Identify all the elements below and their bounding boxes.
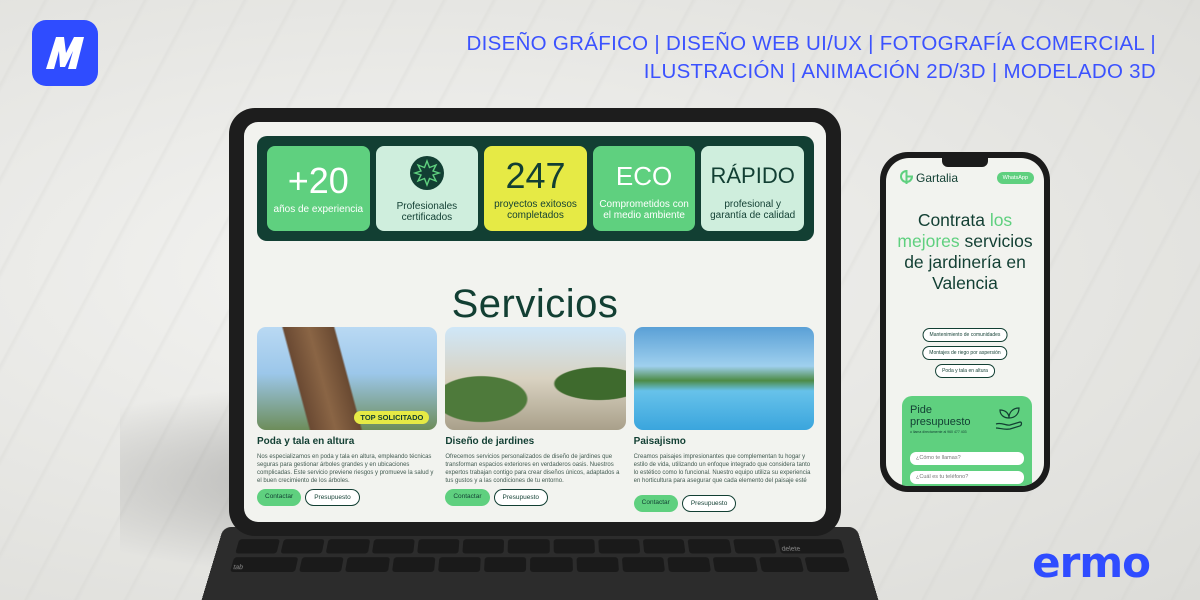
key bbox=[804, 557, 850, 572]
phone-screen: Gartalia WhatsApp Contrata los mejores s… bbox=[886, 158, 1044, 486]
key bbox=[235, 539, 281, 554]
tablet-keyboard: delete tab bbox=[195, 526, 885, 600]
key bbox=[687, 539, 732, 554]
stat-value: ECO bbox=[615, 160, 673, 191]
service-description: Creamos paisajes impresionantes que comp… bbox=[633, 454, 811, 484]
service-description: Ofrecemos servicios personalizados de di… bbox=[445, 454, 620, 484]
tablet-device: +20 años de experiencia Profesionales ce… bbox=[229, 108, 841, 536]
service-pill[interactable]: Montajes de riego por aspersión bbox=[922, 346, 1008, 360]
form-title: Pide presupuesto bbox=[910, 404, 971, 428]
service-card-poda[interactable]: TOP SOLICITADO Poda y tala en altura Nos… bbox=[257, 327, 438, 512]
key bbox=[280, 539, 326, 554]
key bbox=[462, 539, 505, 554]
keyboard-row: tab bbox=[230, 557, 850, 572]
key bbox=[345, 557, 390, 572]
gartalia-logo[interactable]: Gartalia bbox=[900, 170, 958, 185]
stat-value: RÁPIDO bbox=[710, 162, 795, 188]
key bbox=[732, 539, 777, 554]
service-pill[interactable]: Poda y tala en altura bbox=[935, 364, 995, 378]
name-input[interactable]: ¿Cómo te llamas? bbox=[910, 452, 1024, 465]
stat-label: Profesionales certificados bbox=[396, 200, 458, 223]
contact-button[interactable]: Contactar bbox=[257, 489, 302, 506]
service-image bbox=[633, 327, 814, 430]
stat-experience: +20 años de experiencia bbox=[267, 146, 370, 231]
service-title: Diseño de jardines bbox=[445, 436, 535, 447]
key bbox=[667, 557, 712, 572]
stat-value: 247 bbox=[505, 154, 566, 196]
brand-logo bbox=[32, 20, 98, 86]
contact-button[interactable]: Contactar bbox=[445, 489, 490, 506]
service-title: Paisajismo bbox=[633, 436, 686, 447]
brand-name: Gartalia bbox=[916, 170, 959, 185]
quote-button[interactable]: Presupuesto bbox=[681, 495, 737, 512]
services-tagline: DISEÑO GRÁFICO | DISEÑO WEB UI/UX | FOTO… bbox=[467, 30, 1156, 86]
key bbox=[484, 557, 527, 572]
key bbox=[417, 539, 460, 554]
phone-device: Gartalia WhatsApp Contrata los mejores s… bbox=[880, 152, 1050, 492]
key bbox=[530, 557, 573, 572]
contact-button[interactable]: Contactar bbox=[633, 495, 678, 512]
stat-projects: 247 proyectos exitosos completados bbox=[484, 146, 587, 231]
key bbox=[621, 557, 666, 572]
hand-plant-icon bbox=[995, 407, 1023, 430]
service-image bbox=[445, 327, 626, 430]
keyboard-row: delete bbox=[235, 539, 845, 554]
key bbox=[712, 557, 758, 572]
service-card-jardines[interactable]: Diseño de jardines Ofrecemos servicios p… bbox=[445, 327, 626, 512]
stat-certified: Profesionales certificados bbox=[375, 146, 479, 231]
key bbox=[507, 539, 550, 554]
delete-key: delete bbox=[777, 539, 845, 554]
service-image: TOP SOLICITADO bbox=[257, 327, 438, 430]
key bbox=[553, 539, 595, 554]
phone-input[interactable]: ¿Cuál es tu teléfono? bbox=[910, 471, 1024, 484]
whatsapp-button[interactable]: WhatsApp bbox=[996, 172, 1034, 184]
service-pill[interactable]: Mantenimiento de comunidades bbox=[922, 328, 1008, 342]
key bbox=[598, 539, 641, 554]
stat-eco: ECO Comprometidos con el medio ambiente bbox=[592, 146, 696, 231]
stat-fast: RÁPIDO profesional y garantía de calidad bbox=[701, 146, 804, 231]
key bbox=[326, 539, 370, 554]
quote-button[interactable]: Presupuesto bbox=[493, 489, 549, 506]
service-card-paisajismo[interactable]: Paisajismo Creamos paisajes impresionant… bbox=[633, 327, 814, 512]
key bbox=[642, 539, 686, 554]
stat-label: Comprometidos con el medio ambiente bbox=[599, 198, 689, 221]
key bbox=[576, 557, 619, 572]
quote-button[interactable]: Presupuesto bbox=[305, 489, 360, 506]
service-title: Poda y tala en altura bbox=[257, 436, 355, 447]
key bbox=[299, 557, 345, 572]
key bbox=[371, 539, 415, 554]
key bbox=[391, 557, 436, 572]
hero-headline: Contrata los mejores servicios de jardin… bbox=[886, 210, 1044, 294]
headline-part: Contrata bbox=[917, 210, 985, 230]
stat-label: profesional y garantía de calidad bbox=[710, 198, 796, 221]
tablet-screen: +20 años de experiencia Profesionales ce… bbox=[244, 122, 826, 522]
key bbox=[758, 557, 804, 572]
stat-label: años de experiencia bbox=[273, 204, 364, 215]
tagline-line-1: DISEÑO GRÁFICO | DISEÑO WEB UI/UX | FOTO… bbox=[466, 32, 1156, 55]
form-subtitle: o llama directamente al 960 477 403 bbox=[910, 430, 967, 434]
phone-notch bbox=[942, 158, 988, 167]
stat-label: proyectos exitosos completados bbox=[494, 198, 577, 221]
stat-value: +20 bbox=[287, 160, 349, 201]
top-badge: TOP SOLICITADO bbox=[354, 411, 430, 424]
leaf-logo-icon bbox=[900, 170, 913, 184]
quote-form: Pide presupuesto o llama directamente al… bbox=[902, 396, 1032, 486]
m-logo-icon bbox=[46, 37, 84, 69]
service-description: Nos especializamos en poda y tala en alt… bbox=[257, 454, 434, 484]
key bbox=[437, 557, 481, 572]
services-list: TOP SOLICITADO Poda y tala en altura Nos… bbox=[257, 327, 814, 512]
certified-badge-icon bbox=[409, 155, 444, 190]
tab-key: tab bbox=[230, 557, 299, 572]
stats-bar: +20 años de experiencia Profesionales ce… bbox=[257, 136, 814, 241]
services-title: Servicios bbox=[451, 282, 619, 326]
ermo-logo: ermo bbox=[1032, 538, 1151, 587]
tagline-line-2: ILUSTRACIÓN | ANIMACIÓN 2D/3D | MODELADO… bbox=[643, 60, 1156, 83]
